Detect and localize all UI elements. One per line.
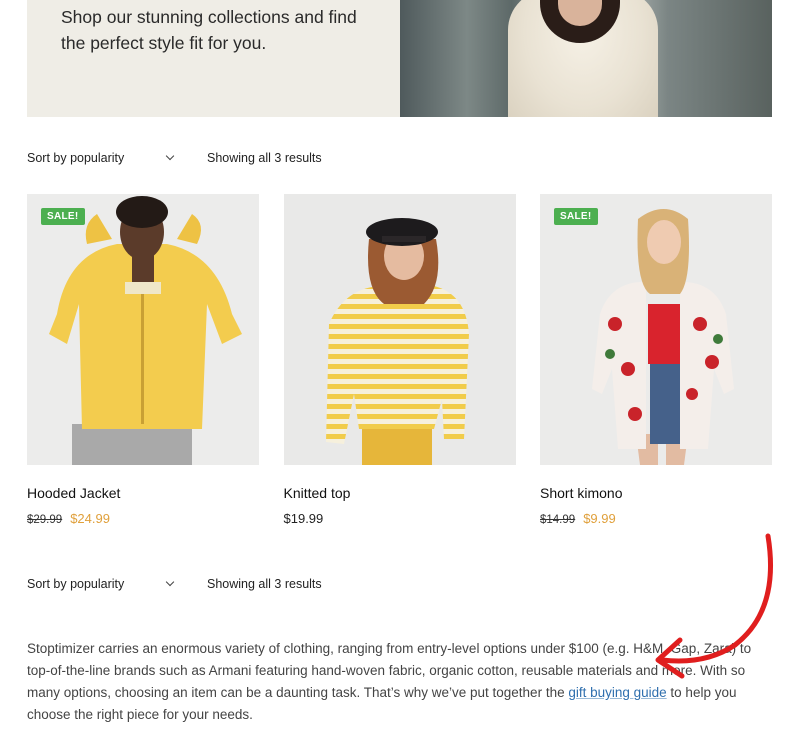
product-grid: SALE! Hooded Jacket $29.99 $24.99 Knitte… (27, 194, 772, 526)
original-price: $29.99 (27, 514, 63, 526)
sort-select[interactable]: Sort by popularity (27, 151, 207, 165)
product-title[interactable]: Short kimono (540, 485, 772, 501)
gift-buying-guide-link[interactable]: gift buying guide (568, 685, 666, 700)
sale-price: $24.99 (70, 511, 110, 526)
product-price: $14.99 $9.99 (540, 511, 772, 526)
hero-banner: Shop our stunning collections and find t… (27, 0, 772, 117)
shop-toolbar-top: Sort by popularity Showing all 3 results (27, 146, 772, 170)
sale-badge: SALE! (554, 208, 598, 225)
product-image-short-kimono[interactable]: SALE! (540, 194, 772, 465)
product-title[interactable]: Hooded Jacket (27, 485, 259, 501)
sort-select-label: Sort by popularity (27, 151, 125, 165)
product-image-hooded-jacket[interactable]: SALE! (27, 194, 259, 465)
product-title[interactable]: Knitted top (284, 485, 516, 501)
hero-text: Shop our stunning collections and find t… (61, 7, 357, 53)
sale-badge: SALE! (41, 208, 85, 225)
result-count: Showing all 3 results (207, 151, 322, 165)
hero-image (400, 0, 772, 117)
chevron-down-icon (165, 577, 175, 587)
chevron-down-icon (165, 151, 175, 161)
product-card: SALE! Hooded Jacket $29.99 $24.99 (27, 194, 259, 526)
product-card: Knitted top $19.99 (283, 194, 516, 526)
result-count: Showing all 3 results (207, 577, 322, 591)
regular-price: $19.99 (283, 511, 324, 526)
category-description: Stoptimizer carries an enormous variety … (27, 638, 772, 726)
product-card: SALE! Short kimono $14.99 $9.99 (540, 194, 772, 526)
sort-select[interactable]: Sort by popularity (27, 577, 207, 591)
hero-text-panel: Shop our stunning collections and find t… (27, 0, 400, 117)
original-price: $14.99 (540, 514, 576, 526)
product-price: $29.99 $24.99 (27, 511, 259, 526)
sort-select-label: Sort by popularity (27, 577, 125, 591)
product-image-knitted-top[interactable] (283, 194, 516, 465)
shop-toolbar-bottom: Sort by popularity Showing all 3 results (27, 572, 772, 596)
product-price: $19.99 (284, 511, 516, 526)
sale-price: $9.99 (583, 511, 616, 526)
